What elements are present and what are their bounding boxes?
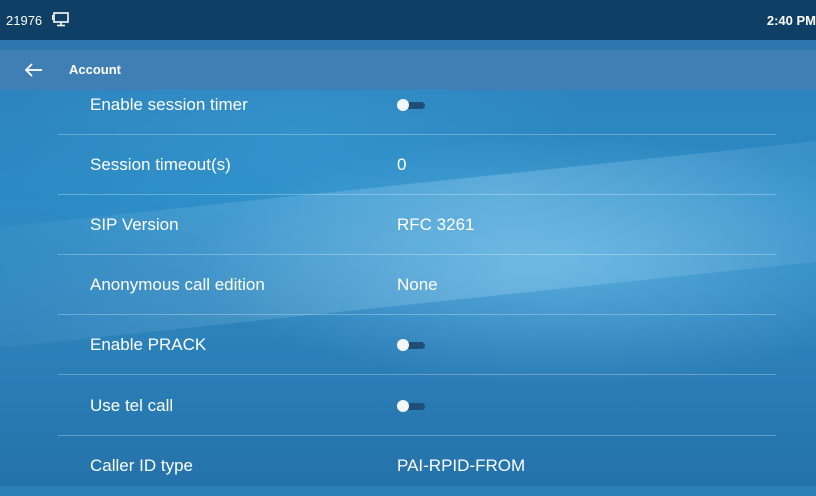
setting-label: Caller ID type [90, 456, 193, 475]
toggle-knob [397, 99, 409, 111]
settings-list: Enable session timer Session timeout(s) … [0, 90, 816, 486]
setting-value: RFC 3261 [397, 215, 475, 234]
tel-call-toggle[interactable] [397, 400, 427, 412]
setting-row-enable-prack[interactable]: Enable PRACK [58, 315, 776, 375]
setting-label: Session timeout(s) [90, 155, 231, 174]
setting-label: Anonymous call edition [90, 275, 265, 294]
setting-label: Use tel call [90, 396, 174, 415]
setting-label: Enable session timer [90, 95, 248, 114]
session-timer-toggle[interactable] [397, 99, 427, 111]
prack-toggle[interactable] [397, 339, 427, 351]
status-divider [0, 40, 816, 50]
toggle-knob [397, 339, 409, 351]
status-bar: 21976 2:40 PM [0, 0, 816, 40]
back-arrow-icon[interactable] [22, 58, 46, 82]
clock-time: 2:40 PM [766, 13, 816, 28]
setting-label: Enable PRACK [90, 335, 207, 354]
setting-label: SIP Version [90, 215, 179, 234]
network-monitor-icon [51, 11, 70, 27]
divider [58, 374, 776, 375]
setting-row-sip-version[interactable]: SIP Version RFC 3261 [58, 195, 776, 255]
setting-row-caller-id-type[interactable]: Caller ID type PAI-RPID-FROM [58, 436, 776, 496]
setting-value: 0 [397, 155, 407, 174]
setting-row-use-tel-call[interactable]: Use tel call [58, 376, 776, 436]
toggle-knob [397, 400, 409, 412]
setting-row-anonymous-call-edition[interactable]: Anonymous call edition None [58, 255, 776, 315]
setting-value: None [397, 275, 438, 294]
setting-row-session-timeout[interactable]: Session timeout(s) 0 [58, 135, 776, 195]
setting-value: PAI-RPID-FROM [397, 456, 526, 475]
extension-number: 21976 [6, 13, 43, 28]
setting-row-enable-session-timer[interactable]: Enable session timer [58, 75, 776, 135]
